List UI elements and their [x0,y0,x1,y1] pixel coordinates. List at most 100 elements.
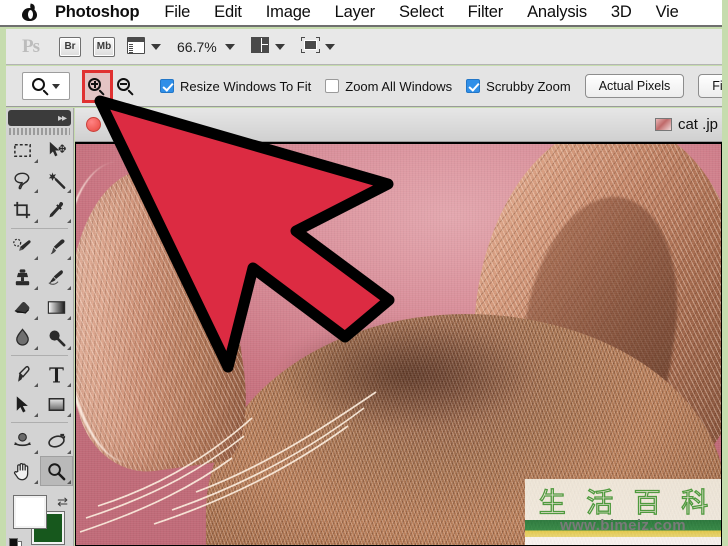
tool-brush[interactable] [40,232,74,262]
options-bar: Resize Windows To Fit Zoom All Windows S… [6,66,728,107]
menu-item-file[interactable]: File [164,3,190,22]
zoom-in-button[interactable] [82,69,113,103]
tool-preset-picker[interactable] [22,72,70,100]
checkbox-resize-windows-to-fit[interactable] [160,79,174,93]
tool-shape[interactable] [40,389,74,419]
default-colors-icon[interactable] [9,538,22,546]
tool-group-retouch [6,232,73,352]
view-extras-icon[interactable] [127,36,147,57]
chevron-down-icon-zoom[interactable] [224,43,235,50]
menu-item-edit[interactable]: Edit [214,3,242,22]
photoshop-logo: Ps [22,35,40,57]
document-window: cat .jp 生 活 百 科 www.bimeiz.com [75,108,722,546]
arrange-documents-icon[interactable] [250,36,271,57]
tool-move[interactable] [40,135,74,165]
tool-divider-1 [11,228,68,229]
tool-spot-healing-brush[interactable] [6,232,40,262]
menu-item-layer[interactable]: Layer [335,3,375,22]
label-zoom-all-windows: Zoom All Windows [345,78,453,94]
tool-path-selection[interactable] [6,389,40,419]
panel-drag-handle[interactable] [9,128,70,135]
brush-icon [50,238,65,254]
watermark-char-4: 科 [681,487,710,519]
document-tab[interactable]: cat .jp [654,116,718,133]
type-T-icon [49,366,64,383]
rectangle-shape-icon [48,397,65,411]
document-title-bar[interactable]: cat .jp [75,108,722,142]
screen-mode-icon[interactable] [300,36,321,57]
menu-item-photoshop[interactable]: Photoshop [55,3,140,22]
screenshot-root: Photoshop File Edit Image Layer Select F… [0,0,728,546]
tool-hand[interactable] [6,456,40,486]
image-canvas[interactable]: 生 活 百 科 www.bimeiz.com [76,144,721,545]
menu-item-3d[interactable]: 3D [611,3,632,22]
tool-history-brush[interactable] [40,262,74,292]
tool-pen[interactable] [6,359,40,389]
collapse-panel-icon[interactable]: ▸▸ [8,110,71,126]
magnifier-icon [48,462,66,480]
3d-camera-orbit-icon [48,433,65,448]
zoom-button[interactable] [130,117,145,132]
tools-panel: ▸▸ ⇄ [6,108,74,546]
tool-eyedropper[interactable] [40,195,74,225]
watermark-char-2: 活 [586,487,615,519]
crop-icon [14,201,31,218]
tool-type[interactable] [40,359,74,389]
tool-group-vector [6,359,73,419]
launch-mini-bridge-button[interactable]: Mb [93,36,115,57]
chevron-down-icon-extras[interactable] [151,43,161,50]
tool-clone-stamp[interactable] [6,262,40,292]
tool-gradient[interactable] [40,292,74,322]
checkbox-zoom-all-windows[interactable] [325,79,340,93]
tool-zoom[interactable] [39,456,73,486]
blur-droplet-icon [16,327,30,346]
healing-brush-icon [13,238,31,251]
apple-logo-icon[interactable] [22,3,37,21]
magic-wand-icon [48,171,66,189]
menu-item-image[interactable]: Image [266,3,311,22]
document-thumbnail-icon [654,118,672,131]
path-arrow-icon [17,395,29,413]
menu-item-view[interactable]: Vie [656,3,679,22]
3d-object-rotate-icon [14,432,32,446]
tool-group-selection [6,135,73,225]
zoom-tool-icon [32,77,49,96]
tool-magic-wand[interactable] [40,165,74,195]
foreground-color-swatch[interactable] [14,496,46,528]
watermark-char-3: 百 [633,487,662,519]
tool-group-3d-nav [6,426,73,486]
minimize-button[interactable] [108,117,123,132]
tool-blur[interactable] [6,322,40,352]
tool-lasso[interactable] [6,165,40,195]
watermark-url: www.bimeiz.com [560,517,686,534]
window-controls [75,117,145,132]
tool-3d-camera-orbit[interactable] [40,426,74,456]
tool-eraser[interactable] [6,292,40,322]
zoom-level-value: 66.7% [177,38,217,55]
menu-item-select[interactable]: Select [399,3,444,22]
watermark-cjk-text: 生 活 百 科 [529,481,719,519]
tool-3d-object-rotate[interactable] [6,426,40,456]
swap-colors-icon[interactable]: ⇄ [57,494,68,510]
chevron-down-icon-arrange[interactable] [274,43,285,50]
history-brush-icon [48,269,63,285]
checkbox-scrubby-zoom[interactable] [466,79,481,93]
zoom-out-icon [117,77,134,96]
color-swatches: ⇄ [6,492,74,546]
clone-stamp-icon [16,268,30,285]
actual-pixels-button[interactable]: Actual Pixels [584,74,685,98]
zoom-out-button[interactable] [111,72,140,100]
launch-bridge-button[interactable]: Br [59,36,81,57]
tool-crop[interactable] [6,195,40,225]
tool-divider-3 [11,422,68,423]
chevron-down-icon-screenmode[interactable] [324,43,335,50]
close-button[interactable] [86,117,101,132]
menu-item-filter[interactable]: Filter [468,3,504,22]
watermark-char-1: 生 [538,487,567,519]
tool-dodge[interactable] [40,322,74,352]
chevron-down-icon-preset[interactable] [52,83,60,89]
gradient-icon [47,300,65,314]
left-edge-strip [0,27,6,546]
tool-rectangular-marquee[interactable] [6,135,40,165]
menu-item-analysis[interactable]: Analysis [527,3,587,22]
